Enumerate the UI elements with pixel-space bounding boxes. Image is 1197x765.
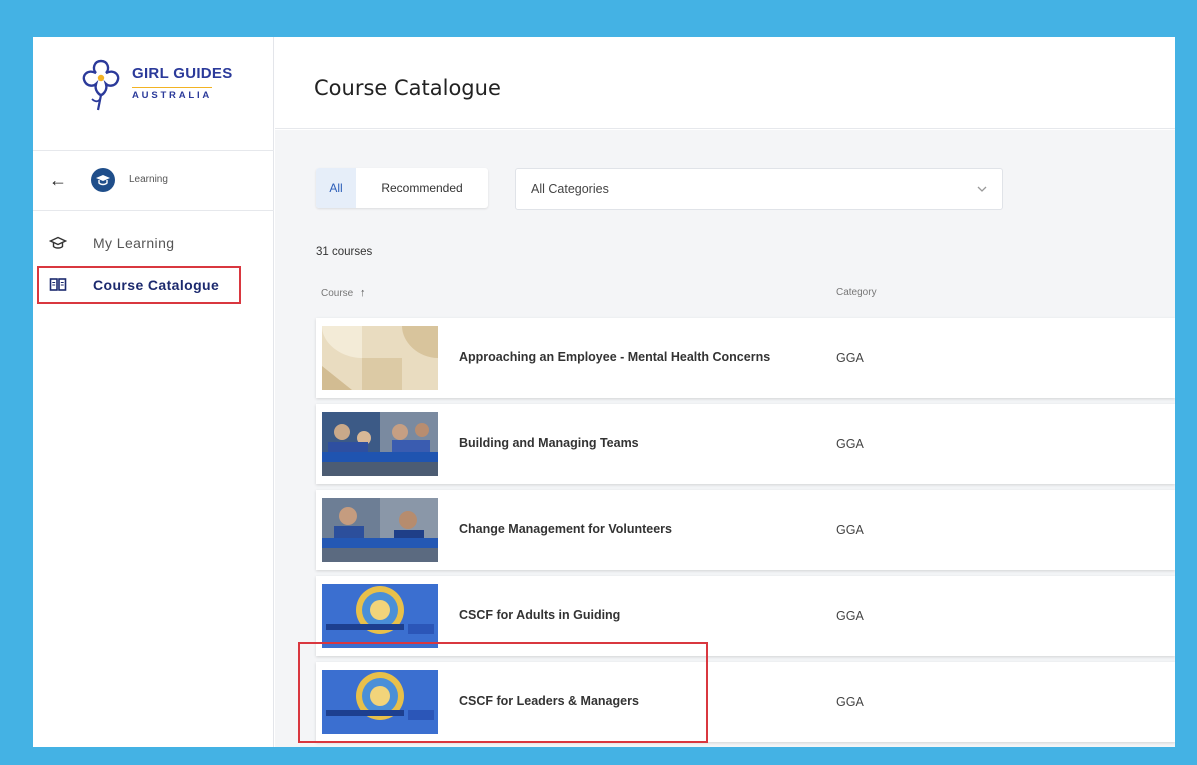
course-category: GGA [836,437,864,451]
chevron-down-icon [977,186,987,192]
category-select[interactable]: All Categories [515,168,1003,210]
page-title: Course Catalogue [314,76,501,100]
trefoil-logo-icon [82,59,120,111]
main-content: All Recommended All Categories 31 course… [275,130,1175,747]
course-thumbnail [322,498,438,562]
table-row[interactable]: Building and Managing Teams GGA [316,404,1175,484]
sidebar-item-label: My Learning [93,235,175,251]
course-title[interactable]: Building and Managing Teams [459,436,639,450]
sidebar-item-my-learning[interactable]: My Learning [37,224,241,262]
back-arrow-icon[interactable]: ← [49,170,67,191]
course-category: GGA [836,523,864,537]
course-title[interactable]: CSCF for Leaders & Managers [459,694,639,708]
learning-app-icon [91,168,115,192]
course-category: GGA [836,609,864,623]
sidebar: GIRL GUIDES AUSTRALIA ← Learning My Lear… [33,37,274,747]
course-title[interactable]: CSCF for Adults in Guiding [459,608,620,622]
course-thumbnail [322,326,438,390]
course-thumbnail [322,584,438,648]
graduation-cap-icon [49,236,67,249]
table-row[interactable]: Change Management for Volunteers GGA [316,490,1175,570]
sidebar-item-course-catalogue[interactable]: Course Catalogue [37,266,241,304]
course-title[interactable]: Change Management for Volunteers [459,522,672,536]
course-category: GGA [836,351,864,365]
back-label: Learning [129,174,168,185]
table-row[interactable]: CSCF for Adults in Guiding GGA [316,576,1175,656]
sort-ascending-icon: ↑ [360,287,366,299]
course-thumbnail [322,412,438,476]
brand-name: GIRL GUIDES [132,65,233,82]
filter-tabs: All Recommended [316,168,488,208]
sidebar-item-label: Course Catalogue [93,277,220,293]
book-open-icon [49,278,67,291]
course-title[interactable]: Approaching an Employee - Mental Health … [459,350,770,364]
column-header-course-label: Course [321,288,354,299]
table-row[interactable]: Approaching an Employee - Mental Health … [316,318,1175,398]
column-header-category[interactable]: Category [836,287,877,298]
tab-all[interactable]: All [316,168,356,208]
category-select-value: All Categories [531,182,609,196]
column-header-course[interactable]: Course ↑ [321,287,366,299]
tab-recommended[interactable]: Recommended [356,168,488,208]
brand-country: AUSTRALIA [132,87,213,101]
course-thumbnail [322,670,438,734]
table-row[interactable]: CSCF for Leaders & Managers GGA [316,662,1175,742]
logo-area[interactable]: GIRL GUIDES AUSTRALIA [33,37,274,151]
course-count: 31 courses [316,246,373,258]
app-window: GIRL GUIDES AUSTRALIA ← Learning My Lear… [33,37,1175,747]
page-header: Course Catalogue [275,37,1175,129]
course-category: GGA [836,695,864,709]
back-row: ← Learning [33,151,274,211]
